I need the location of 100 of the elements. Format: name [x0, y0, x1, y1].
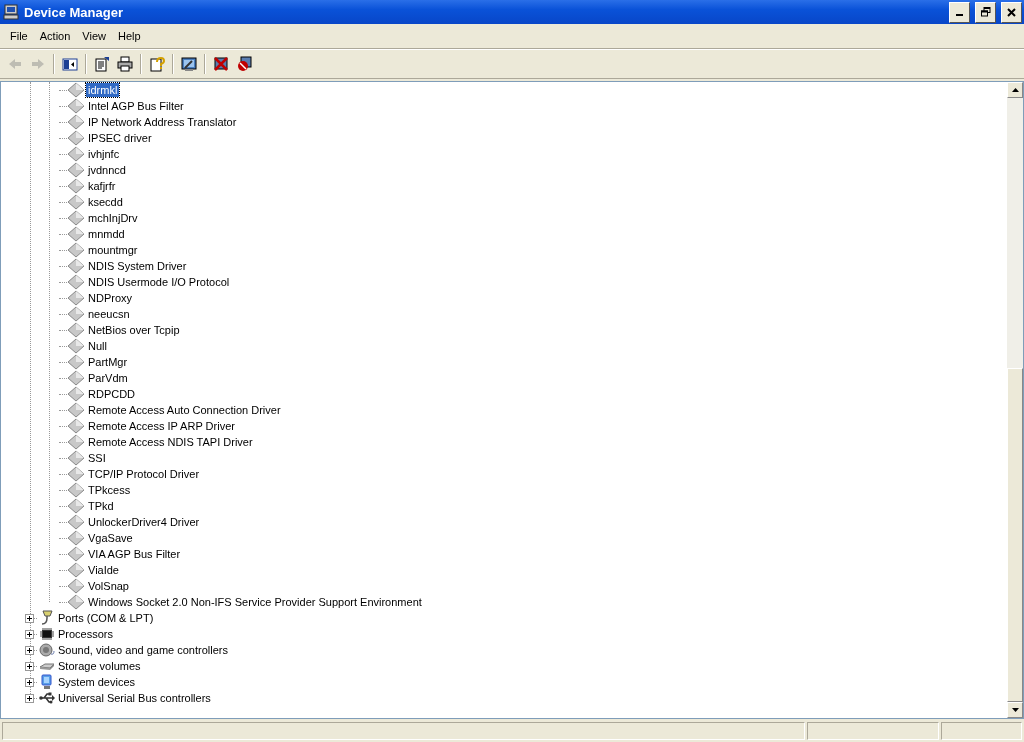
tree-item[interactable]: NDProxy: [86, 291, 134, 305]
tree-item[interactable]: jvdnncd: [86, 163, 128, 177]
device-icon: [67, 290, 85, 306]
device-icon: [67, 194, 85, 210]
tree-item[interactable]: RDPCDD: [86, 387, 138, 401]
device-icon: [67, 370, 85, 386]
device-icon: [67, 530, 85, 546]
device-icon: [67, 434, 85, 450]
menu-item[interactable]: Help: [111, 28, 147, 44]
device-icon: [67, 226, 85, 242]
device-icon: [67, 306, 85, 322]
tree-item[interactable]: TPkd: [86, 499, 116, 513]
tree-item[interactable]: Intel AGP Bus Filter: [86, 99, 186, 113]
tree-item[interactable]: Ports (COM & LPT): [56, 611, 156, 625]
device-icon: [67, 578, 85, 594]
tree-item[interactable]: TPkcess: [86, 483, 133, 497]
uninstall-icon: [213, 56, 229, 72]
restore-button[interactable]: [975, 1, 996, 23]
expand-icon[interactable]: [25, 661, 34, 671]
tree-item[interactable]: NDIS System Driver: [86, 259, 189, 273]
print-icon: [117, 56, 133, 72]
tree-item[interactable]: NDIS Usermode I/O Protocol: [86, 275, 232, 289]
tree-item[interactable]: UnlockerDriver4 Driver: [86, 515, 202, 529]
vertical-scrollbar[interactable]: [1007, 82, 1023, 718]
device-icon: [67, 546, 85, 562]
device-icon: [67, 498, 85, 514]
console-tree-icon: [62, 56, 78, 72]
scroll-up-button[interactable]: [1007, 82, 1023, 98]
minimize-icon: [956, 14, 963, 16]
tree-item[interactable]: mchInjDrv: [86, 211, 140, 225]
menu-item[interactable]: File: [4, 28, 34, 44]
tree-item[interactable]: PartMgr: [86, 355, 130, 369]
tree-item[interactable]: Remote Access IP ARP Driver: [86, 419, 237, 433]
device-icon: [67, 482, 85, 498]
processor-icon: [39, 626, 55, 642]
tree-item[interactable]: ViaIde: [86, 563, 121, 577]
tree-item[interactable]: Windows Socket 2.0 Non-IFS Service Provider Support Environment: [86, 595, 424, 609]
scroll-down-button[interactable]: [1007, 702, 1023, 718]
minimize-button[interactable]: [949, 1, 970, 23]
tree-item[interactable]: NetBios over Tcpip: [86, 323, 182, 337]
device-icon: [67, 338, 85, 354]
device-icon: [67, 466, 85, 482]
device-icon: [67, 178, 85, 194]
system-icon: [39, 674, 55, 690]
print-button[interactable]: [114, 53, 136, 75]
device-icon: [67, 418, 85, 434]
device-icon: [67, 98, 85, 114]
device-icon: [67, 354, 85, 370]
device-icon: [67, 258, 85, 274]
expand-icon[interactable]: [25, 613, 34, 623]
tree-item[interactable]: Processors: [56, 627, 116, 641]
tree-item[interactable]: SSI: [86, 451, 108, 465]
device-icon: [67, 450, 85, 466]
usb-icon: [39, 690, 55, 706]
help-icon: [149, 56, 165, 72]
tree-item[interactable]: Remote Access NDIS TAPI Driver: [86, 435, 255, 449]
device-icon: [67, 242, 85, 258]
close-button[interactable]: [1001, 1, 1022, 23]
expand-icon[interactable]: [25, 693, 34, 703]
tree-item[interactable]: Sound, video and game controllers: [56, 643, 230, 657]
tree-item[interactable]: ksecdd: [86, 195, 125, 209]
menu-item[interactable]: View: [76, 28, 112, 44]
tree-item[interactable]: VgaSave: [86, 531, 135, 545]
device-icon: [67, 130, 85, 146]
tree-item[interactable]: VolSnap: [86, 579, 131, 593]
tree-item[interactable]: Null: [86, 339, 109, 353]
tree-item[interactable]: TCP/IP Protocol Driver: [86, 467, 202, 481]
device-icon: [67, 82, 85, 98]
tree-item[interactable]: neeucsn: [86, 307, 132, 321]
device-icon: [67, 514, 85, 530]
menu-item[interactable]: Action: [33, 28, 77, 44]
tree-item[interactable]: Universal Serial Bus controllers: [56, 691, 213, 705]
forward-icon: [30, 56, 46, 72]
tree-item[interactable]: idrmkl: [86, 83, 120, 97]
device-icon: [67, 322, 85, 338]
expand-icon[interactable]: [25, 677, 34, 687]
tree-item[interactable]: ParVdm: [86, 371, 130, 385]
device-icon: [67, 386, 85, 402]
expand-icon[interactable]: [25, 629, 34, 639]
device-icon: [67, 162, 85, 178]
tree-item[interactable]: mountmgr: [86, 243, 140, 257]
properties-icon: [94, 56, 110, 72]
scroll-thumb[interactable]: [1007, 368, 1023, 702]
expand-icon[interactable]: [25, 645, 34, 655]
device-icon: [67, 402, 85, 418]
tree-item[interactable]: Remote Access Auto Connection Driver: [86, 403, 283, 417]
computer-icon: [3, 4, 19, 20]
tree-item[interactable]: System devices: [56, 675, 138, 689]
tree-item[interactable]: IP Network Address Translator: [86, 115, 239, 129]
tree-item[interactable]: Storage volumes: [56, 659, 143, 673]
up-arrow-icon: [1011, 88, 1019, 92]
tree-item[interactable]: VIA AGP Bus Filter: [86, 547, 183, 561]
device-icon: [67, 146, 85, 162]
tree-item[interactable]: IPSEC driver: [86, 131, 154, 145]
tree-item[interactable]: mnmdd: [86, 227, 127, 241]
device-icon: [67, 562, 85, 578]
tree-item[interactable]: kafjrfr: [86, 179, 118, 193]
device-icon: [67, 114, 85, 130]
tree-item[interactable]: ivhjnfc: [86, 147, 122, 161]
close-icon: [1007, 7, 1016, 17]
